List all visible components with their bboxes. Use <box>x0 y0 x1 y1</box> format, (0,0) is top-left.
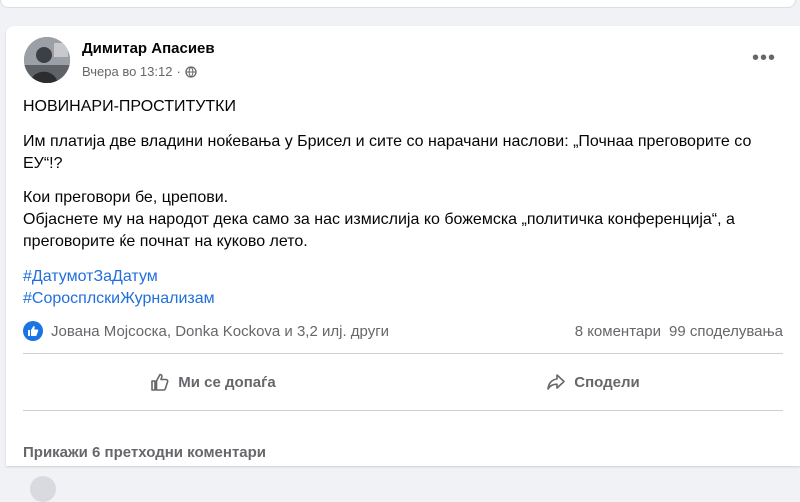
reactions-bar: Јована Мојсоска, Donka Kockova и 3,2 илј… <box>23 320 783 342</box>
post-headline: НОВИНАРИ-ПРОСТИТУТКИ <box>23 98 236 115</box>
author-name[interactable]: Димитар Апасиев <box>82 40 215 57</box>
show-previous-comments-link[interactable]: Прикажи 6 претходни коментари <box>23 444 266 461</box>
like-icon[interactable] <box>23 321 43 341</box>
post-paragraph-2-line-2: Објаснете му на народот дека само за нас… <box>23 211 735 250</box>
divider <box>23 353 783 354</box>
hashtag-link[interactable]: #ДатумотЗаДатум <box>23 266 783 288</box>
divider <box>23 410 783 411</box>
post-paragraph-2-line-1: Кои преговори бе, црепови. <box>23 189 229 206</box>
post-card: Димитар Апасиев Вчера во 13:12 · ••• НОВ… <box>6 26 800 502</box>
post-timestamp[interactable]: Вчера во 13:12 <box>82 64 172 79</box>
share-arrow-icon <box>547 374 566 390</box>
reactors-summary[interactable]: Јована Мојсоска, Donka Kockova и 3,2 илј… <box>51 323 389 340</box>
previous-post-card <box>0 0 796 8</box>
like-button-label: Ми се допаѓа <box>178 373 276 391</box>
engagement-counts: 8 коментари 99 споделувања <box>575 323 783 340</box>
globe-icon <box>185 65 197 78</box>
comments-count[interactable]: 8 коментари <box>575 323 661 340</box>
like-button[interactable]: Ми се допаѓа <box>23 364 403 400</box>
author-avatar[interactable] <box>24 37 70 83</box>
comment-avatar <box>30 476 56 502</box>
more-horizontal-icon[interactable]: ••• <box>752 48 776 68</box>
share-button-label: Сподели <box>574 373 640 391</box>
post-actions: Ми се допаѓа Сподели <box>23 364 783 400</box>
hashtag-link[interactable]: #СоросплскиЖурнализам <box>23 288 783 310</box>
post-meta: Вчера во 13:12 · <box>82 64 197 79</box>
share-button[interactable]: Сподели <box>403 364 783 400</box>
thumbs-up-icon <box>151 373 169 391</box>
post-paragraph-1: Им платија две владини ноќевања у Брисел… <box>23 133 752 172</box>
avatar-photo-icon <box>24 37 70 83</box>
shares-count[interactable]: 99 споделувања <box>669 323 783 340</box>
post-text: НОВИНАРИ-ПРОСТИТУТКИ Им платија две влад… <box>23 96 783 310</box>
